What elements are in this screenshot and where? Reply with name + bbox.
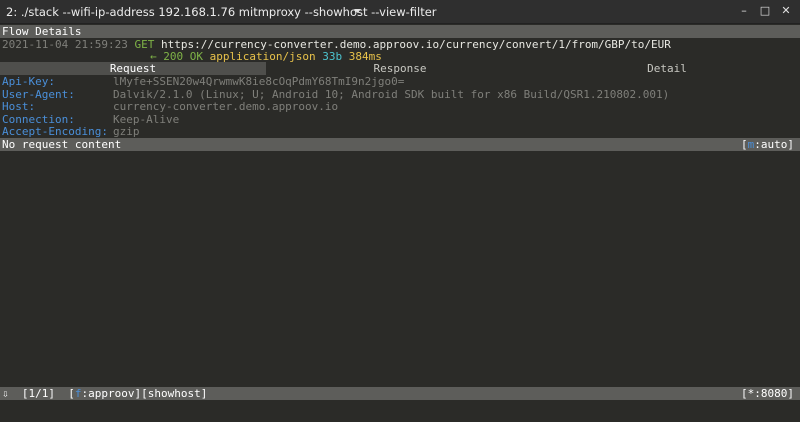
header-value: Keep-Alive (113, 112, 180, 126)
header-row: Accept-Encoding: gzip (2, 125, 140, 138)
flow-position: [1/1] (21, 387, 55, 400)
flow-timestamp: 2021-11-04 21:59:23 (2, 38, 128, 51)
flow-details-header: Flow Details (0, 25, 800, 38)
scroll-down-icon: ⇩ (2, 387, 9, 400)
header-row: Host: currency-converter.demo.approov.io (2, 100, 338, 113)
header-name: Accept-Encoding: (2, 125, 108, 138)
close-button[interactable]: ✕ (779, 4, 793, 18)
footer-status-bar: ⇩ [1/1] [f:approov][showhost] [*:8080] (0, 387, 800, 400)
header-row: Connection: Keep-Alive (2, 113, 179, 126)
header-value: Dalvik/2.1.0 (Linux; U; Android 10; Andr… (113, 87, 670, 101)
tab-request[interactable]: Request (0, 62, 266, 75)
header-value: currency-converter.demo.approov.io (113, 100, 339, 113)
view-mode-indicator[interactable]: [m:auto] (741, 138, 794, 151)
content-status-bar: No request content [m:auto] (0, 137, 800, 151)
filter-value: :approov] (81, 387, 142, 400)
header-name: User-Agent: (2, 87, 75, 101)
terminal[interactable]: Flow Details 2021-11-04 21:59:23 GET htt… (0, 24, 800, 422)
window-titlebar: 2: ./stack --wifi-ip-address 192.168.1.7… (0, 0, 800, 24)
flow-details-title: Flow Details (2, 25, 82, 38)
tab-detail[interactable]: Detail (534, 62, 800, 75)
header-name: Api-Key: (2, 75, 55, 88)
view-mode-value: :auto (754, 137, 788, 151)
header-row: User-Agent: Dalvik/2.1.0 (Linux; U; Andro… (2, 88, 669, 101)
window-title: 2: ./stack --wifi-ip-address 192.168.1.7… (6, 5, 437, 19)
no-content-label: No request content (2, 137, 122, 151)
minimize-button[interactable]: – (737, 4, 751, 18)
chevron-down-icon[interactable] (353, 6, 362, 15)
maximize-button[interactable]: □ (758, 4, 772, 18)
filter-key: f (74, 387, 82, 400)
listen-address: [*:8080] (741, 387, 794, 400)
header-row: Api-Key: lMyfe+SSEN20w4QrwmwK8ie8cOqPdmY6… (2, 75, 404, 88)
header-value: gzip (113, 125, 140, 138)
header-name: Connection: (2, 112, 75, 126)
tab-response[interactable]: Response (266, 62, 534, 75)
flow-tabs: Request Response Detail (0, 62, 800, 75)
header-value: lMyfe+SSEN20w4QrwmwK8ie8cOqPdmY68TmI9n2j… (113, 75, 405, 88)
showhost-flag: [showhost] (141, 387, 208, 400)
header-name: Host: (2, 100, 36, 113)
